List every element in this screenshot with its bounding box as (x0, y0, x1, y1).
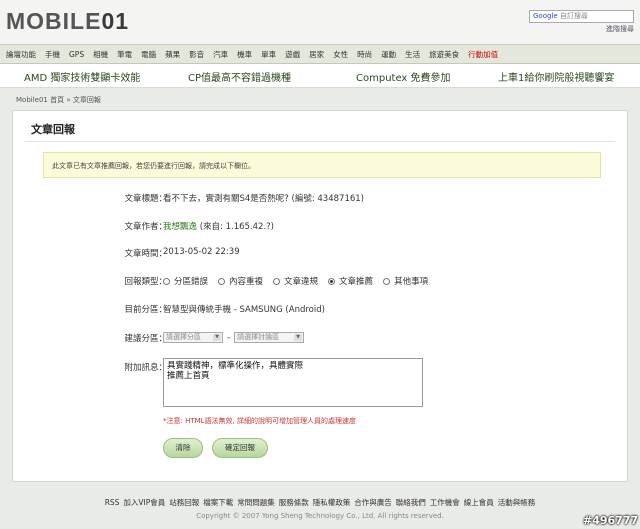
promo-bar: AMD 獨家技術雙顯卡效能 CP值最高不容錯過機種 Computex 免費參加 … (0, 64, 640, 88)
nav-item[interactable]: 單車 (261, 49, 276, 60)
board-select[interactable]: 請選擇討論區 ▼ (234, 332, 305, 343)
nav-item[interactable]: 遊戲 (285, 49, 300, 60)
notice-box: 此文章已有文章推薦回報，若您仍要進行回報，請完成以下欄位。 (43, 152, 601, 178)
advanced-search-link[interactable]: 進階搜尋 (606, 24, 634, 34)
footer-link[interactable]: RSS (105, 498, 120, 507)
radio-circle-icon[interactable] (273, 277, 281, 285)
report-panel: 文章回報 此文章已有文章推薦回報，若您仍要進行回報，請完成以下欄位。 文章標題：… (12, 110, 628, 482)
nav-item[interactable]: 影音 (189, 49, 204, 60)
footer-link[interactable]: 服務條款 (279, 498, 309, 507)
footer-link[interactable]: 隱私權政策 (313, 498, 351, 507)
nav-item[interactable]: 蘋果 (165, 49, 180, 60)
subject-label: 文章標題： (124, 194, 167, 204)
nav-item[interactable]: 運動 (381, 49, 396, 60)
breadcrumb[interactable]: Mobile01 首頁 » 文章回報 (16, 95, 101, 105)
nav-item[interactable]: 手機 (45, 49, 60, 60)
nav-item[interactable]: GPS (69, 50, 84, 59)
radio-label: 內容重複 (229, 277, 264, 287)
footer-link[interactable]: 線上會員 (464, 498, 494, 507)
type-radio-group: 分區錯誤 內容重複 文章違規 文章推薦 其他事項 (163, 275, 438, 288)
nav-item[interactable]: 筆電 (117, 49, 132, 60)
promo-link-2[interactable]: CP值最高不容錯過機種 (188, 69, 291, 84)
radio-circle-icon[interactable] (383, 277, 391, 285)
copyright: Copyright © 2007 Yong Sheng Technology C… (196, 512, 444, 520)
page-title: 文章回報 (31, 123, 75, 136)
clear-button[interactable]: 清除 (163, 438, 203, 458)
search-input[interactable]: Google 自訂搜尋 (529, 10, 634, 23)
site-header: MOBILE01 Google 自訂搜尋 進階搜尋 (0, 0, 640, 44)
message-label: 附加訊息： (124, 363, 167, 373)
footer-link[interactable]: 活動與帳務 (498, 498, 536, 507)
subject-value: 看不下去，實測有關S4是否熱呢? (編號: 43487161) (163, 194, 364, 204)
footer-link[interactable]: 工作機會 (430, 498, 460, 507)
chevron-down-icon: ▼ (213, 334, 221, 341)
site-logo[interactable]: MOBILE01 (6, 8, 129, 35)
suggest-row: 建議分區： 請選擇分區 ▼ - 請選擇討論區 ▼ (13, 332, 629, 346)
report-type-radio[interactable]: 文章推薦 (328, 275, 373, 287)
board-select-value: 請選擇討論區 (237, 333, 280, 341)
nav-item[interactable]: 生活 (405, 49, 420, 60)
radio-circle-icon[interactable] (328, 277, 336, 285)
report-type-radio[interactable]: 內容重複 (218, 275, 263, 287)
nav-item[interactable]: 行動加值 (468, 49, 498, 60)
subject-row: 文章標題： 看不下去，實測有關S4是否熱呢? (編號: 43487161) (13, 192, 629, 206)
time-value: 2013-05-02 22:39 (163, 247, 240, 257)
nav-item[interactable]: 時尚 (357, 49, 372, 60)
html-warning: *注意: HTML語法無效, 詳細的說明可增加管理人員的處理速度 (163, 417, 357, 425)
radio-label: 文章推薦 (339, 277, 374, 287)
nav-item[interactable]: 旅遊美食 (429, 49, 459, 60)
footer-link[interactable]: 聯絡我們 (396, 498, 426, 507)
report-type-radio[interactable]: 分區錯誤 (163, 275, 208, 287)
footer-link[interactable]: 合作與廣告 (354, 498, 392, 507)
forum-select-value: 請選擇分區 (166, 333, 201, 341)
chevron-down-icon: ▼ (294, 334, 303, 341)
forum-label: 目前分區： (124, 305, 167, 315)
logo-suffix: 01 (101, 8, 130, 34)
nav-item[interactable]: 汽車 (213, 49, 228, 60)
radio-label: 其他事項 (394, 277, 429, 287)
search-placeholder: 自訂搜尋 (559, 12, 588, 20)
report-type-radio[interactable]: 文章違規 (273, 275, 318, 287)
promo-link-3[interactable]: Computex 免費參加 (356, 69, 451, 84)
suggest-selects: 請選擇分區 ▼ - 請選擇討論區 ▼ (163, 332, 305, 343)
main-nav: 論壇功能 手機 GPS 相機 筆電 電腦 蘋果 影音 汽車 機車 單車 遊戲 居家 女性 時尚 運動 生活 旅遊美… (0, 44, 640, 64)
forum-value: 智慧型與傳統手機 - SAMSUNG (Android) (163, 305, 325, 315)
time-label: 文章時間： (124, 249, 167, 259)
divider (25, 141, 615, 142)
nav-item[interactable]: 相機 (93, 49, 108, 60)
message-textarea[interactable]: 具實踐精神，標準化操作，具體實際 推薦上首頁 (163, 358, 423, 407)
watermark: #496777 (583, 514, 639, 527)
type-label: 回報類型： (124, 277, 167, 287)
nav-item[interactable]: 機車 (237, 49, 252, 60)
suggest-label: 建議分區： (124, 334, 167, 344)
nav-item[interactable]: 電腦 (141, 49, 156, 60)
author-link[interactable]: 我想飄逸 (163, 222, 197, 232)
footer-link[interactable]: 加入VIP會員 (123, 498, 165, 507)
author-row: 文章作者： 我想飄逸 (來自: 1.165.42.?) (13, 220, 629, 234)
forum-row: 目前分區： 智慧型與傳統手機 - SAMSUNG (Android) (13, 303, 629, 317)
promo-link-4[interactable]: 上車1給你刷院般視聽饗宴 (498, 69, 614, 84)
footer-link[interactable]: 常問問題集 (237, 498, 275, 507)
report-type-radio[interactable]: 其他事項 (383, 275, 428, 287)
select-separator: - (227, 332, 231, 343)
footer-links: RSS 加入VIP會員 站務回報 檔案下載 常問問題集 服務條款 隱私權政策 合作與廣告 聯絡我… (0, 497, 640, 508)
time-row: 文章時間： 2013-05-02 22:39 (13, 247, 629, 261)
type-row: 回報類型： 分區錯誤 內容重複 文章違規 文章推薦 其他事項 (13, 275, 629, 289)
radio-circle-icon[interactable] (163, 277, 170, 285)
radio-circle-icon[interactable] (218, 277, 226, 285)
footer-link[interactable]: 檔案下載 (203, 498, 233, 507)
author-ip: (來自: 1.165.42.?) (199, 222, 274, 232)
nav-item[interactable]: 論壇功能 (6, 49, 36, 60)
radio-label: 文章違規 (284, 277, 319, 287)
nav-item[interactable]: 居家 (309, 49, 324, 60)
promo-link-1[interactable]: AMD 獨家技術雙顯卡效能 (24, 69, 140, 84)
forum-select[interactable]: 請選擇分區 ▼ (163, 332, 223, 343)
submit-button[interactable]: 確定回報 (212, 438, 268, 458)
author-value: 我想飄逸 (來自: 1.165.42.?) (163, 220, 274, 232)
radio-label: 分區錯誤 (174, 277, 209, 287)
author-label: 文章作者： (124, 222, 167, 232)
nav-item[interactable]: 女性 (333, 49, 348, 60)
search-brand: Google (533, 12, 558, 20)
footer-link[interactable]: 站務回報 (169, 498, 199, 507)
